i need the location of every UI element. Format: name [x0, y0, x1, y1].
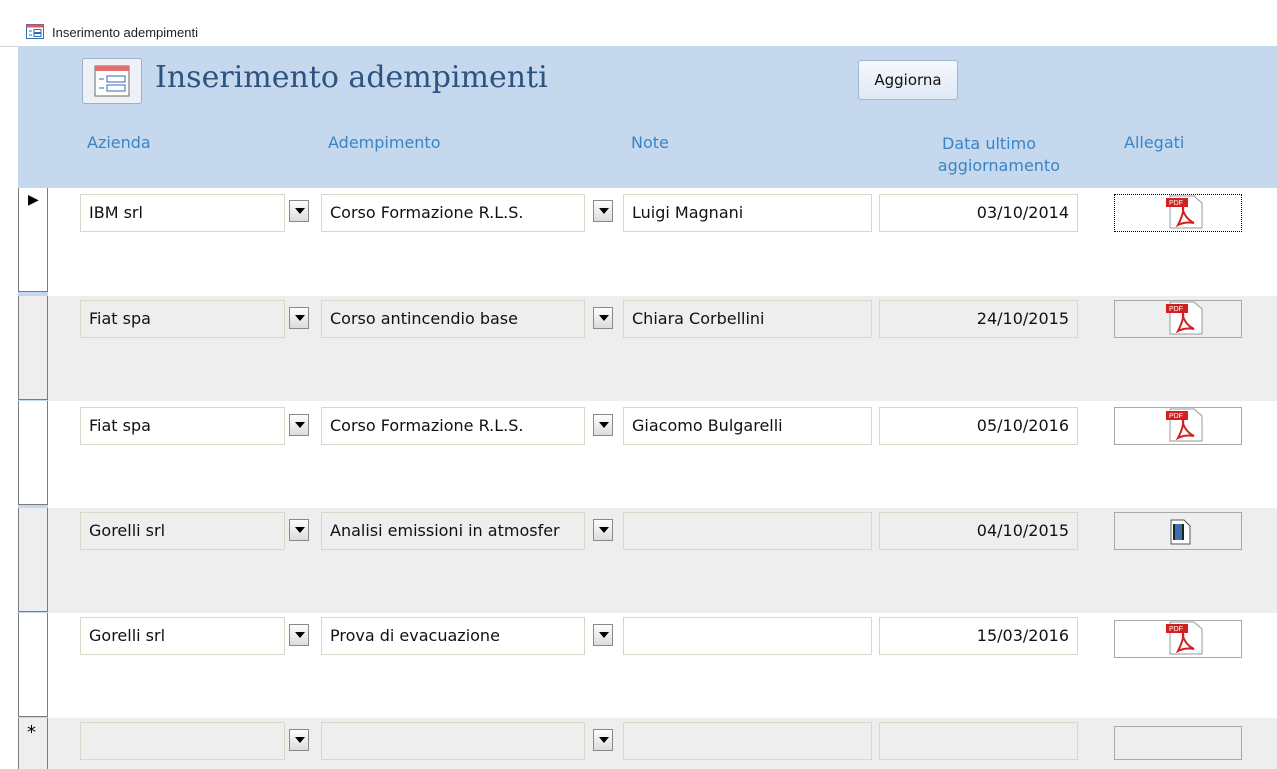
- adempimento-combobox[interactable]: Corso antincendio base: [321, 300, 585, 338]
- pdf-icon: PDF: [1166, 301, 1203, 335]
- svg-text:PDF: PDF: [1169, 306, 1183, 313]
- data-field[interactable]: 04/10/2015: [879, 512, 1078, 550]
- adempimento-dropdown-button[interactable]: [593, 624, 613, 646]
- chevron-down-icon: [599, 737, 609, 743]
- azienda-combobox[interactable]: Fiat spa: [80, 407, 285, 445]
- record-selector[interactable]: [18, 401, 48, 505]
- adempimento-combobox[interactable]: Corso Formazione R.L.S.: [321, 194, 585, 232]
- data-field[interactable]: 15/03/2016: [879, 617, 1078, 655]
- attachment-field[interactable]: [1114, 726, 1242, 760]
- chevron-down-icon: [599, 422, 609, 428]
- adempimento-dropdown-button[interactable]: [593, 200, 613, 222]
- attachment-field[interactable]: PDF: [1114, 300, 1242, 338]
- chevron-down-icon: [295, 527, 305, 533]
- data-field[interactable]: 24/10/2015: [879, 300, 1078, 338]
- adempimento-combobox[interactable]: Prova di evacuazione: [321, 617, 585, 655]
- form-icon: [82, 58, 142, 104]
- adempimento-dropdown-button[interactable]: [593, 414, 613, 436]
- pdf-icon: PDF: [1166, 408, 1203, 442]
- adempimento-dropdown-button[interactable]: [593, 519, 613, 541]
- adempimento-combobox[interactable]: [321, 722, 585, 760]
- column-header-note: Note: [631, 133, 669, 152]
- note-field[interactable]: Luigi Magnani: [623, 194, 872, 232]
- note-field[interactable]: Chiara Corbellini: [623, 300, 872, 338]
- chevron-down-icon: [599, 632, 609, 638]
- chevron-down-icon: [295, 422, 305, 428]
- record-selector[interactable]: ▶: [18, 188, 48, 292]
- new-record-marker: *: [27, 722, 36, 743]
- current-record-marker: ▶: [28, 192, 39, 208]
- refresh-button[interactable]: Aggiorna: [858, 60, 958, 100]
- adempimento-combobox[interactable]: Analisi emissioni in atmosfer: [321, 512, 585, 550]
- note-field[interactable]: [623, 722, 872, 760]
- record-selector[interactable]: [18, 296, 48, 400]
- azienda-dropdown-button[interactable]: [289, 519, 309, 541]
- pdf-icon: PDF: [1166, 195, 1203, 229]
- chevron-down-icon: [295, 737, 305, 743]
- azienda-combobox[interactable]: Gorelli srl: [80, 512, 285, 550]
- azienda-dropdown-button[interactable]: [289, 729, 309, 751]
- column-header-data-line1: Data ultimo: [942, 134, 1036, 153]
- document-tab-label: Inserimento adempimenti: [52, 25, 198, 40]
- azienda-dropdown-button[interactable]: [289, 624, 309, 646]
- adempimento-dropdown-button[interactable]: [593, 729, 613, 751]
- column-header-adempimento: Adempimento: [328, 133, 441, 152]
- azienda-combobox[interactable]: Fiat spa: [80, 300, 285, 338]
- chevron-down-icon: [295, 315, 305, 321]
- data-field[interactable]: 05/10/2016: [879, 407, 1078, 445]
- form-title: Inserimento adempimenti: [155, 60, 548, 95]
- data-field[interactable]: 03/10/2014: [879, 194, 1078, 232]
- record-selector[interactable]: [18, 613, 48, 717]
- note-field[interactable]: [623, 512, 872, 550]
- svg-text:PDF: PDF: [1169, 200, 1183, 207]
- data-field[interactable]: [879, 722, 1078, 760]
- chevron-down-icon: [599, 527, 609, 533]
- chevron-down-icon: [295, 632, 305, 638]
- svg-text:PDF: PDF: [1169, 626, 1183, 633]
- azienda-combobox[interactable]: [80, 722, 285, 760]
- note-field[interactable]: Giacomo Bulgarelli: [623, 407, 872, 445]
- attachment-field[interactable]: PDF: [1114, 620, 1242, 658]
- chevron-down-icon: [599, 208, 609, 214]
- column-header-data-line2: aggiornamento: [937, 156, 1060, 175]
- chevron-down-icon: [599, 315, 609, 321]
- svg-text:PDF: PDF: [1169, 413, 1183, 420]
- azienda-dropdown-button[interactable]: [289, 200, 309, 222]
- azienda-dropdown-button[interactable]: [289, 307, 309, 329]
- attachment-field[interactable]: PDF: [1114, 407, 1242, 445]
- form-tab-icon: [26, 24, 44, 39]
- column-header-azienda: Azienda: [87, 133, 151, 152]
- chevron-down-icon: [295, 208, 305, 214]
- attachment-field[interactable]: [1114, 512, 1242, 550]
- video-file-icon: [1170, 519, 1191, 545]
- azienda-combobox[interactable]: IBM srl: [80, 194, 285, 232]
- new-record-selector[interactable]: *: [18, 718, 48, 769]
- column-header-data: Data ultimo aggiornamento: [880, 133, 1060, 177]
- azienda-dropdown-button[interactable]: [289, 414, 309, 436]
- adempimento-dropdown-button[interactable]: [593, 307, 613, 329]
- adempimento-combobox[interactable]: Corso Formazione R.L.S.: [321, 407, 585, 445]
- azienda-combobox[interactable]: Gorelli srl: [80, 617, 285, 655]
- note-field[interactable]: [623, 617, 872, 655]
- attachment-field[interactable]: PDF: [1114, 194, 1242, 232]
- column-header-allegati: Allegati: [1124, 133, 1185, 152]
- pdf-icon: PDF: [1166, 621, 1203, 655]
- record-selector[interactable]: [18, 508, 48, 612]
